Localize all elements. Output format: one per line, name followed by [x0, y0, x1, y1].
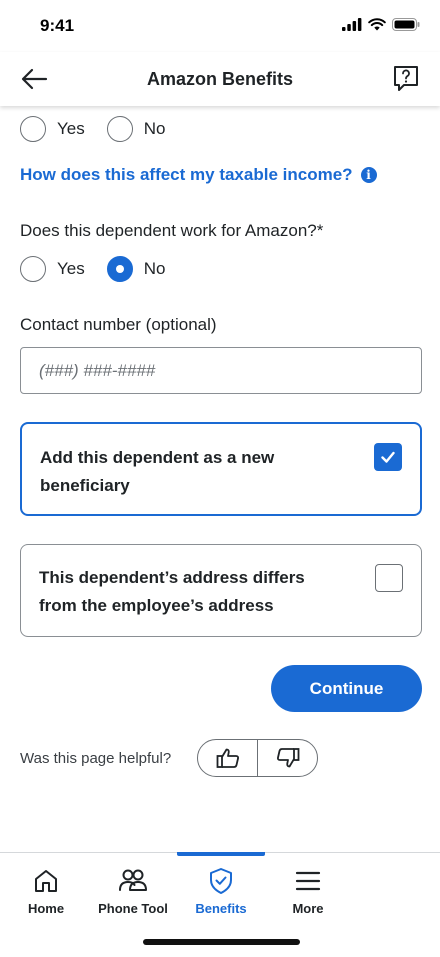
contact-number-input[interactable] — [20, 347, 422, 394]
continue-button[interactable]: Continue — [271, 665, 422, 712]
beneficiary-card[interactable]: Add this dependent as a new beneficiary — [20, 422, 422, 516]
wifi-icon — [368, 18, 386, 31]
checkmark-icon — [381, 451, 395, 463]
address-differs-card-text: This dependent’s address differs from th… — [39, 568, 305, 615]
info-icon: i — [360, 167, 377, 183]
address-differs-card[interactable]: This dependent’s address differs from th… — [20, 544, 422, 637]
nav-active-indicator — [177, 852, 265, 856]
beneficiary-checkbox[interactable] — [374, 443, 402, 471]
home-icon — [35, 870, 57, 892]
help-button[interactable] — [392, 64, 420, 94]
nav-item-benefits[interactable]: Benefits — [177, 867, 265, 916]
page-helpful-label: Was this page helpful? — [20, 750, 172, 767]
feedback-group — [197, 739, 318, 777]
thumbs-down-icon — [276, 748, 299, 768]
beneficiary-card-text: Add this dependent as a new beneficiary — [40, 448, 275, 495]
radio-group-previous: Yes No — [20, 116, 187, 142]
radio-no-work-label: No — [143, 259, 166, 278]
signal-icon — [342, 18, 362, 31]
radio-yes-work-label: Yes — [57, 259, 85, 278]
radio-yes-label: Yes — [57, 119, 85, 138]
status-icons — [342, 18, 420, 31]
nav-item-more[interactable]: More — [264, 867, 352, 916]
nav-label-more: More — [292, 901, 324, 916]
home-indicator — [143, 939, 300, 945]
people-icon — [119, 869, 147, 891]
taxable-income-link[interactable]: How does this affect my taxable income? … — [20, 165, 377, 185]
contact-number-label: Contact number (optional) — [20, 315, 217, 334]
radio-no-label: No — [143, 119, 166, 138]
status-time: 9:41 — [40, 16, 75, 35]
radio-yes-work[interactable] — [20, 256, 46, 282]
radio-group-work: Yes No — [20, 256, 187, 282]
radio-no-work[interactable] — [106, 256, 133, 282]
taxable-income-link-text: How does this affect my taxable income? — [20, 165, 353, 184]
menu-icon — [295, 871, 321, 891]
nav-label-home: Home — [27, 901, 65, 916]
shield-check-icon — [210, 868, 232, 894]
radio-yes-previous[interactable] — [20, 116, 46, 142]
thumbs-up-icon — [216, 748, 239, 768]
thumbs-up-button[interactable] — [198, 740, 257, 776]
question-chat-icon — [394, 66, 418, 91]
address-differs-checkbox[interactable] — [375, 564, 403, 592]
battery-icon — [392, 18, 420, 31]
status-bar: 9:41 — [0, 0, 440, 52]
radio-no-previous[interactable] — [106, 116, 133, 142]
nav-item-home[interactable]: Home — [2, 867, 90, 916]
page-title: Amazon Benefits — [146, 69, 294, 89]
thumbs-down-button[interactable] — [257, 740, 317, 776]
nav-label-phone-tool: Phone Tool — [98, 901, 168, 916]
app-header: Amazon Benefits — [0, 52, 440, 106]
work-question-label: Does this dependent work for Amazon?* — [20, 221, 324, 240]
nav-item-phone-tool[interactable]: Phone Tool — [89, 867, 177, 916]
nav-label-benefits: Benefits — [195, 901, 247, 916]
